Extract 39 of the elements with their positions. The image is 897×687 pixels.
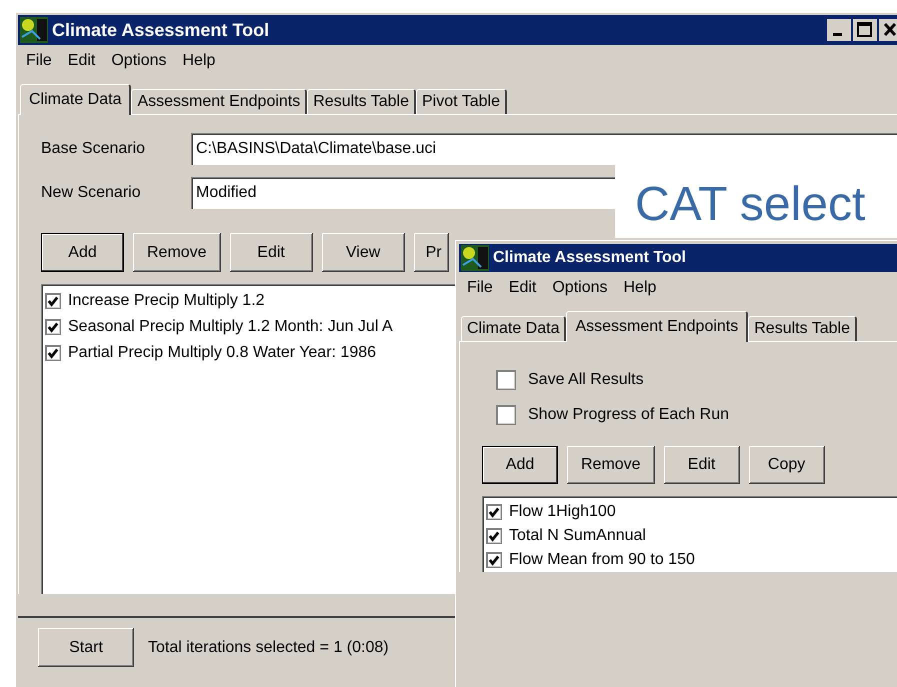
menu-item[interactable]: Help [624,279,656,297]
menu-item[interactable]: Edit [508,279,536,297]
menu-item[interactable]: Options [552,279,608,297]
checkbox-label: Save All Results [528,371,644,389]
checkbox-label: Show Progress of Each Run [528,406,729,424]
menu-item[interactable]: File [467,279,493,297]
push-button[interactable]: Pr [414,233,449,272]
tab[interactable]: Climate Data [20,84,132,115]
tab[interactable]: Results Table [748,316,857,341]
field-label: New Scenario [41,184,142,202]
push-button[interactable]: Add [41,233,124,272]
push-button[interactable]: Copy [748,446,825,484]
list-item[interactable]: Seasonal Precip Multiply 1.2 Month: Jun Jul A [68,318,393,336]
status-text: Total iterations selected = 1 (0:08) [148,638,389,656]
list-item[interactable]: Increase Precip Multiply 1.2 [68,292,265,310]
field-label: Base Scenario [41,140,146,158]
push-button[interactable]: Remove [133,233,221,272]
window-title: Climate Assessment Tool [493,249,686,267]
push-button[interactable]: Add [482,446,558,484]
list-item[interactable]: Flow 1High100 [509,503,616,521]
push-button[interactable]: Remove [567,446,655,484]
list-item[interactable]: Partial Precip Multiply 0.8 Water Year: 1986 [68,344,376,362]
text-field[interactable]: Modified [191,177,616,209]
start-button[interactable]: Start [38,628,134,667]
list-item[interactable]: Total N SumAnnual [509,527,646,545]
tab[interactable]: Climate Data [461,316,566,341]
push-button[interactable]: Edit [664,446,740,484]
tab[interactable]: Results Table [307,89,416,114]
push-button[interactable]: Edit [230,233,313,272]
tab[interactable]: Assessment Endpoints [131,89,308,114]
menu-item[interactable]: Options [111,52,166,70]
window-title: Climate Assessment Tool [52,20,270,40]
menu-item[interactable]: File [26,52,52,70]
menu-item[interactable]: Help [182,52,216,70]
tab[interactable]: Pivot Table [416,89,507,114]
list-item[interactable]: Flow Mean from 90 to 150 [509,551,695,569]
tab[interactable]: Assessment Endpoints [566,311,748,342]
push-button[interactable]: View [322,233,405,272]
menu-item[interactable]: Edit [68,52,96,70]
